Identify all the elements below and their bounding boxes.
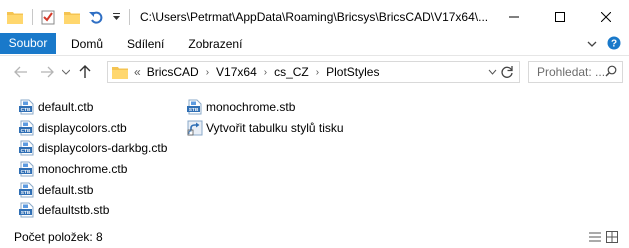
stb-file-icon: STB <box>19 182 34 198</box>
svg-text:CTB: CTB <box>21 107 31 113</box>
large-icons-view-icon[interactable] <box>605 230 619 244</box>
status-bar: Počet položek: 8 <box>0 226 629 248</box>
title-bar: C:\Users\Petrmat\AppData\Roaming\Bricsys… <box>0 0 629 33</box>
svg-text:CTB: CTB <box>21 148 31 154</box>
file-column-2: STB monochrome.stb Vytvořit tabulku styl… <box>187 97 344 138</box>
undo-icon[interactable] <box>87 8 105 26</box>
svg-text:CTB: CTB <box>21 128 31 134</box>
svg-text:?: ? <box>611 38 617 49</box>
help-icon[interactable]: ? <box>607 36 621 53</box>
breadcrumb-cs-cz[interactable]: cs_CZ <box>274 65 309 79</box>
ctb-file-icon: CTB <box>19 99 34 115</box>
search-icon[interactable] <box>605 65 617 80</box>
svg-text:STB: STB <box>21 210 31 216</box>
quick-access-toolbar <box>0 0 127 33</box>
file-column-1: CTB default.ctb CTB displaycolors.ctb CT… <box>19 97 167 221</box>
ctb-file-icon: CTB <box>19 120 34 136</box>
stb-file-icon: STB <box>187 99 202 115</box>
file-list: CTB default.ctb CTB displaycolors.ctb CT… <box>0 88 629 226</box>
search-input[interactable] <box>537 65 605 79</box>
details-view-icon[interactable] <box>588 230 602 244</box>
title-divider <box>129 8 130 25</box>
breadcrumb-v17x64[interactable]: V17x64 <box>216 65 257 79</box>
list-item[interactable]: CTB displaycolors.ctb <box>19 118 167 139</box>
list-item[interactable]: Vytvořit tabulku stylů tisku <box>187 118 344 139</box>
svg-text:STB: STB <box>21 190 31 196</box>
navigation-bar: « BricsCAD › V17x64 › cs_CZ › PlotStyles <box>0 57 629 87</box>
file-name: monochrome.ctb <box>38 162 128 177</box>
view-buttons <box>588 230 619 244</box>
minimize-button[interactable] <box>491 0 537 33</box>
breadcrumb-plotstyles[interactable]: PlotStyles <box>326 65 379 79</box>
overflow-chevron[interactable]: « <box>134 65 141 79</box>
expand-ribbon-icon[interactable] <box>587 37 597 51</box>
file-name: defaultstb.stb <box>38 203 110 218</box>
item-count: Počet položek: 8 <box>14 230 103 244</box>
forward-button[interactable] <box>34 61 60 83</box>
recent-locations-button[interactable] <box>60 61 72 83</box>
chevron-right-icon[interactable]: › <box>206 67 209 78</box>
svg-text:STB: STB <box>189 107 199 113</box>
close-button[interactable] <box>583 0 629 33</box>
file-name: default.stb <box>38 182 94 197</box>
back-button[interactable] <box>8 61 34 83</box>
window-title: C:\Users\Petrmat\AppData\Roaming\Bricsys… <box>140 9 489 24</box>
tab-share[interactable]: Sdílení <box>115 33 176 55</box>
file-name: displaycolors-darkbg.ctb <box>38 141 168 156</box>
folder-icon <box>112 67 128 79</box>
ctb-file-icon: CTB <box>19 161 34 177</box>
toolbar-divider <box>32 8 33 25</box>
search-box[interactable] <box>528 61 623 83</box>
address-history-dropdown-icon[interactable] <box>488 65 497 82</box>
list-item[interactable]: CTB monochrome.ctb <box>19 159 167 180</box>
tab-view[interactable]: Zobrazení <box>176 33 254 55</box>
file-name: displaycolors.ctb <box>38 120 127 135</box>
shortcut-icon <box>187 120 203 136</box>
svg-text:CTB: CTB <box>21 169 31 175</box>
customize-dropdown-icon[interactable] <box>111 8 121 26</box>
list-item[interactable]: STB default.stb <box>19 179 167 200</box>
list-item[interactable]: STB monochrome.stb <box>187 97 344 118</box>
tab-home[interactable]: Domů <box>56 33 115 55</box>
properties-icon[interactable] <box>39 8 57 26</box>
refresh-icon[interactable] <box>499 64 515 83</box>
chevron-right-icon[interactable]: › <box>264 67 267 78</box>
ribbon-tabs: Soubor Domů Sdílení Zobrazení ? <box>0 33 629 56</box>
folder-icon <box>6 8 24 26</box>
stb-file-icon: STB <box>19 202 34 218</box>
list-item[interactable]: CTB default.ctb <box>19 97 167 118</box>
address-bar[interactable]: « BricsCAD › V17x64 › cs_CZ › PlotStyles <box>107 61 520 83</box>
file-name: default.ctb <box>38 100 94 115</box>
up-button[interactable] <box>72 61 98 83</box>
file-name: monochrome.stb <box>206 100 296 115</box>
chevron-right-icon[interactable]: › <box>316 67 319 78</box>
ctb-file-icon: CTB <box>19 140 34 156</box>
list-item[interactable]: CTB displaycolors-darkbg.ctb <box>19 138 167 159</box>
maximize-button[interactable] <box>537 0 583 33</box>
tab-file[interactable]: Soubor <box>0 33 56 54</box>
list-item[interactable]: STB defaultstb.stb <box>19 200 167 221</box>
breadcrumb-bricscad[interactable]: BricsCAD <box>147 65 199 79</box>
new-folder-icon[interactable] <box>63 8 81 26</box>
file-name: Vytvořit tabulku stylů tisku <box>206 120 344 135</box>
